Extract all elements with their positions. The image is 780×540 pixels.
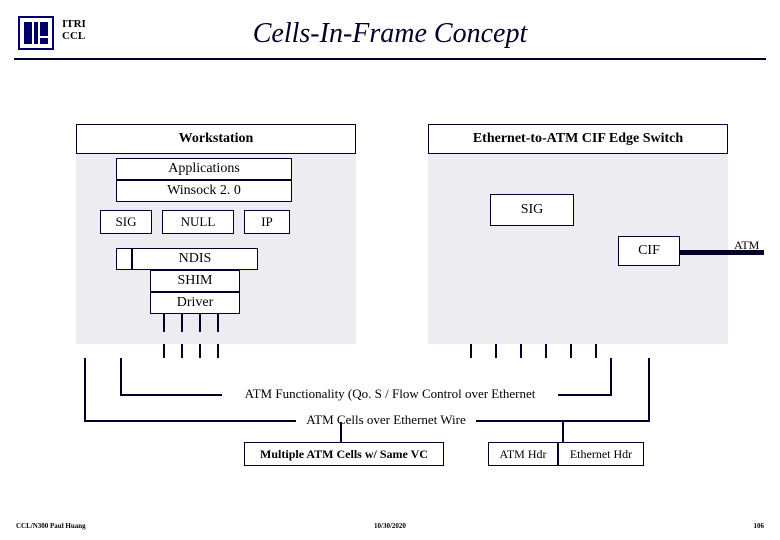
sig-box-right: SIG xyxy=(490,194,574,226)
atm-hdr-box: ATM Hdr xyxy=(488,442,558,466)
es-hstub-5 xyxy=(570,344,572,358)
sig-box-left: SIG xyxy=(100,210,152,234)
ws-stub-2 xyxy=(181,314,183,332)
applications-box: Applications xyxy=(116,158,292,180)
es-hstub-6 xyxy=(595,344,597,358)
workstation-heading: Workstation xyxy=(76,124,356,154)
ethernet-hdr-box: Ethernet Hdr xyxy=(558,442,644,466)
header-divider xyxy=(14,58,766,60)
ndis-box: NDIS xyxy=(132,248,258,270)
multiple-cells-box: Multiple ATM Cells w/ Same VC xyxy=(244,442,444,466)
shim-box: SHIM xyxy=(150,270,240,292)
cells-over-wire-label: ATM Cells over Ethernet Wire xyxy=(296,412,476,428)
brA-left-h xyxy=(120,394,222,396)
conn-multi xyxy=(340,422,342,442)
edge-switch-heading: Ethernet-to-ATM CIF Edge Switch xyxy=(428,124,728,154)
es-hstub-3 xyxy=(520,344,522,358)
winsock-box: Winsock 2. 0 xyxy=(116,180,292,202)
atm-link-line xyxy=(680,250,764,255)
es-hstub-2 xyxy=(495,344,497,358)
ws-hstub-3 xyxy=(199,344,201,358)
brA-right-v xyxy=(610,358,612,394)
atm-functionality-label: ATM Functionality (Qo. S / Flow Control … xyxy=(222,386,558,402)
brB-left-h xyxy=(84,420,296,422)
brB-left-v xyxy=(84,358,86,420)
brA-right-h xyxy=(558,394,612,396)
ws-hstub-1 xyxy=(163,344,165,358)
ws-stub-3 xyxy=(199,314,201,332)
driver-box: Driver xyxy=(150,292,240,314)
footer-right: 106 xyxy=(754,522,765,530)
ws-hstub-4 xyxy=(217,344,219,358)
ip-box: IP xyxy=(244,210,290,234)
es-hstub-4 xyxy=(545,344,547,358)
conn-hdrs xyxy=(562,422,564,442)
edge-switch-panel xyxy=(428,124,728,344)
cif-box: CIF xyxy=(618,236,680,266)
ws-hstub-2 xyxy=(181,344,183,358)
brA-left-v xyxy=(120,358,122,394)
footer-center: 10/30/2020 xyxy=(0,522,780,530)
ws-stub-1 xyxy=(163,314,165,332)
ndis-stub-box xyxy=(116,248,132,270)
brB-right-v xyxy=(648,358,650,420)
es-hstub-1 xyxy=(470,344,472,358)
null-box: NULL xyxy=(162,210,234,234)
ws-stub-4 xyxy=(217,314,219,332)
slide-title: Cells-In-Frame Concept xyxy=(0,18,780,50)
